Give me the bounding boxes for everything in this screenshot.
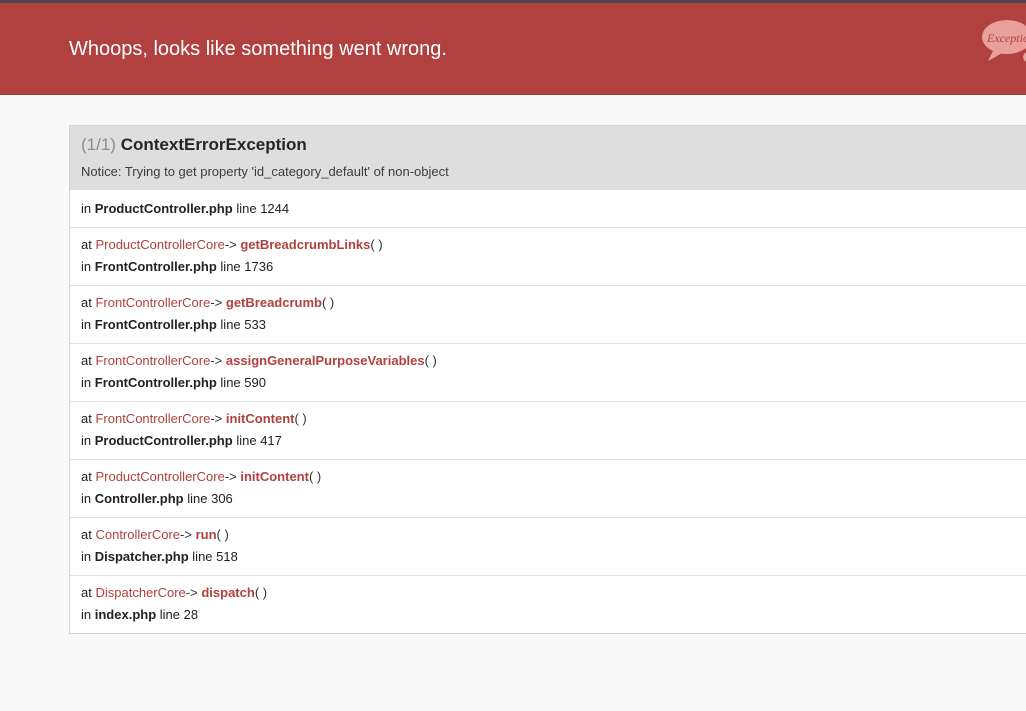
error-header: Whoops, looks like something went wrong.…: [0, 3, 1026, 95]
line-label: line: [187, 491, 208, 506]
parens-label: ( ): [321, 295, 335, 310]
exception-count: (1/1): [81, 135, 116, 154]
trace-method[interactable]: run: [196, 527, 217, 542]
trace-line-number: 1736: [244, 259, 274, 274]
trace-entry: at FrontControllerCore-> getBreadcrumb( …: [70, 285, 1026, 343]
line-label: line: [159, 607, 181, 622]
at-label: at: [81, 353, 92, 368]
in-label: in: [81, 259, 92, 274]
trace-entry: at ControllerCore-> run( ) in Dispatcher…: [70, 517, 1026, 575]
parens-label: ( ): [254, 585, 268, 600]
trace-entry: at FrontControllerCore-> initContent( ) …: [70, 401, 1026, 459]
trace-line-number: 533: [244, 317, 266, 332]
in-label: in: [81, 491, 92, 506]
exception-class-name: ContextErrorException: [120, 135, 307, 154]
arrow-label: ->: [210, 411, 223, 426]
parens-label: ( ): [424, 353, 437, 368]
trace-file: Dispatcher.php: [94, 549, 189, 564]
trace-entry: at ProductControllerCore-> getBreadcrumb…: [70, 227, 1026, 285]
arrow-label: ->: [210, 295, 223, 310]
line-label: line: [192, 549, 213, 564]
parens-label: ( ): [370, 237, 383, 252]
at-label: at: [81, 237, 92, 252]
page-title: Whoops, looks like something went wrong.: [69, 38, 447, 60]
trace-file: FrontController.php: [94, 259, 217, 274]
parens-label: ( ): [216, 527, 229, 542]
trace-file: FrontController.php: [94, 375, 217, 390]
trace-line-number: 518: [216, 549, 238, 564]
arrow-label: ->: [180, 527, 192, 542]
trace-file: FrontController.php: [94, 317, 217, 332]
logo-text: Exception: [986, 31, 1026, 45]
in-label: in: [81, 375, 92, 390]
trace-line-number: 28: [183, 607, 199, 622]
in-label: in: [81, 317, 92, 332]
in-label: in: [81, 549, 92, 564]
line-label: line: [220, 259, 241, 274]
trace-class[interactable]: ProductControllerCore: [95, 237, 224, 252]
trace-entry: at FrontControllerCore-> assignGeneralPu…: [70, 343, 1026, 401]
arrow-label: ->: [210, 353, 223, 368]
at-label: at: [81, 295, 92, 310]
trace-method[interactable]: initContent: [240, 469, 309, 484]
trace-file: Controller.php: [94, 491, 184, 506]
trace-line-number: 417: [260, 433, 282, 448]
trace-method[interactable]: getBreadcrumbLinks: [240, 237, 370, 252]
trace-method[interactable]: getBreadcrumb: [226, 295, 322, 310]
trace-class[interactable]: FrontControllerCore: [95, 353, 210, 368]
arrow-label: ->: [224, 237, 237, 252]
arrow-label: ->: [185, 585, 198, 600]
in-label: in: [81, 433, 92, 448]
trace-entry: at ProductControllerCore-> initContent( …: [70, 459, 1026, 517]
trace-file: ProductController.php: [94, 433, 233, 448]
stack-trace-list: in ProductController.php line 1244 at Pr…: [69, 190, 1026, 634]
parens-label: ( ): [308, 469, 322, 484]
line-label: line: [220, 375, 241, 390]
at-label: at: [81, 469, 92, 484]
exception-header: (1/1) ContextErrorException Notice: Tryi…: [69, 125, 1026, 190]
parens-label: ( ): [294, 411, 307, 426]
trace-class[interactable]: FrontControllerCore: [95, 411, 210, 426]
trace-line-number: 590: [244, 375, 266, 390]
at-label: at: [81, 411, 92, 426]
trace-method[interactable]: dispatch: [201, 585, 254, 600]
in-label: in: [81, 201, 92, 216]
exception-message: Notice: Trying to get property 'id_categ…: [81, 164, 449, 179]
trace-origin: in ProductController.php line 1244: [70, 190, 1026, 227]
trace-file: index.php: [94, 607, 157, 622]
arrow-label: ->: [224, 469, 237, 484]
trace-class[interactable]: ProductControllerCore: [95, 469, 224, 484]
trace-class[interactable]: FrontControllerCore: [95, 295, 210, 310]
trace-line-number: 306: [211, 491, 233, 506]
line-label: line: [236, 433, 257, 448]
trace-class[interactable]: DispatcherCore: [95, 585, 185, 600]
exception-panel: (1/1) ContextErrorException Notice: Tryi…: [69, 125, 1026, 634]
exception-logo-icon: Exception: [980, 17, 1026, 63]
at-label: at: [81, 527, 92, 542]
trace-class[interactable]: ControllerCore: [95, 527, 180, 542]
in-label: in: [81, 607, 92, 622]
trace-method[interactable]: initContent: [226, 411, 295, 426]
line-label: line: [236, 201, 257, 216]
trace-line-number: 1244: [260, 201, 290, 216]
exception-title: (1/1) ContextErrorException: [81, 135, 1026, 155]
at-label: at: [81, 585, 92, 600]
trace-method[interactable]: assignGeneralPurposeVariables: [226, 353, 425, 368]
trace-entry: at DispatcherCore-> dispatch( ) in index…: [70, 575, 1026, 633]
trace-file: ProductController.php: [94, 201, 233, 216]
line-label: line: [220, 317, 241, 332]
